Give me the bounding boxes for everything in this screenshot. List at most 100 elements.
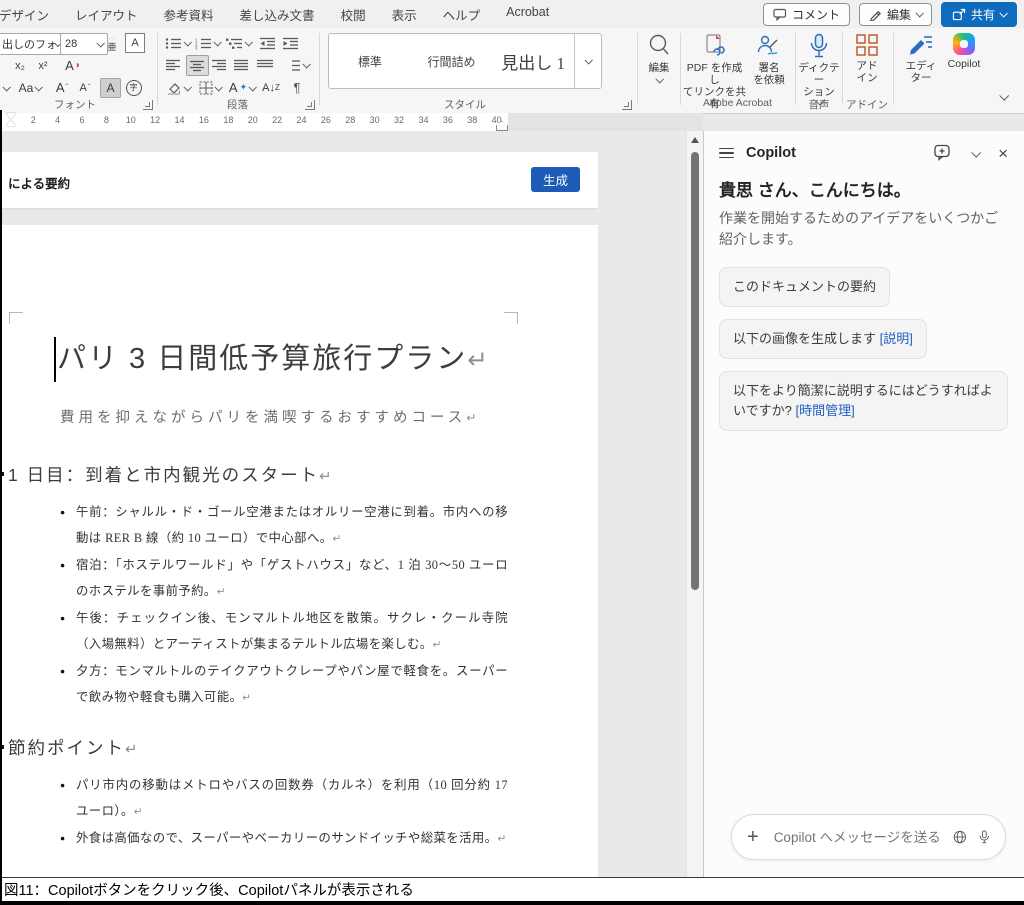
collapsed-dropdown[interactable] [1, 80, 11, 96]
align-left-button[interactable] [164, 56, 183, 74]
scroll-up-arrow[interactable] [691, 137, 699, 143]
document-title[interactable]: パリ 3 日間低予算旅行プラン↵ [57, 335, 488, 377]
phonetic-guide-button[interactable]: ･･ 亜 [103, 33, 121, 53]
request-signature-button[interactable]: 署名 を依頼 [747, 33, 791, 86]
character-border-button[interactable]: A [125, 33, 145, 53]
styles-gallery-more-button[interactable] [574, 34, 601, 88]
section-heading[interactable]: 1 日目：到着と市内観光のスタート↵ [0, 463, 508, 488]
menu-hamburger-icon[interactable] [719, 148, 734, 159]
menu-tab-mailings[interactable]: 差し込み文書 [227, 5, 328, 24]
ribbon: 出しのフォン 28 ･･ 亜 A x₂ x² A◗ Aa Aˆ Aˇ A 字 [0, 28, 1024, 114]
new-chat-icon[interactable] [934, 144, 953, 162]
decrease-indent-button[interactable] [258, 34, 278, 52]
voice-input-mic-icon[interactable] [979, 828, 990, 846]
horizontal-ruler[interactable]: 246810121416182022242628303234363840 [0, 113, 703, 131]
collapse-ribbon-button[interactable] [992, 88, 1014, 104]
align-center-button[interactable] [186, 55, 209, 76]
numbered-list-button[interactable]: 123 [194, 34, 221, 52]
figure-frame-left [0, 110, 2, 905]
grow-font-button[interactable]: Aˆ [52, 78, 72, 97]
menu-tab-references[interactable]: 参考資料 [151, 5, 227, 24]
menu-tab-design[interactable]: デザイン [0, 5, 62, 24]
text-effects-button[interactable]: A◗ [62, 55, 84, 75]
section-heading[interactable]: 節約ポイント↵ [0, 736, 508, 761]
multilevel-list-button[interactable] [224, 34, 252, 52]
document-page[interactable]: パリ 3 日間低予算旅行プラン↵ 費用を抑えながらパリを満喫するおすすめコース↵… [0, 225, 598, 877]
web-globe-icon[interactable] [953, 828, 967, 846]
vertical-scrollbar[interactable] [686, 131, 703, 877]
chevron-down-icon [213, 38, 221, 46]
style-heading1[interactable]: 見出し 1 [492, 34, 574, 88]
shrink-font-button[interactable]: Aˇ [75, 78, 95, 97]
editing-group-button[interactable]: 編集 [640, 33, 678, 83]
document-subtitle[interactable]: 費用を抑えながらパリを満喫するおすすめコース↵ [60, 406, 477, 427]
justify-button[interactable] [232, 56, 251, 74]
add-ins-grid-icon [855, 33, 879, 57]
distribute-button[interactable] [254, 56, 276, 74]
subscript-button[interactable]: x₂ [10, 57, 30, 75]
menu-tab-view[interactable]: 表示 [379, 5, 430, 24]
editing-mode-button[interactable]: 編集 [859, 3, 932, 26]
editor-button[interactable]: エディ ター [900, 33, 942, 84]
menu-tab-review[interactable]: 校閲 [328, 5, 379, 24]
line-spacing-button[interactable] [283, 56, 310, 74]
menu-tab-layout[interactable]: レイアウト [62, 5, 151, 24]
bullet-item[interactable]: 午後：チェックイン後、モンマルトル地区を散策。サクレ・クール寺院（入場無料）とア… [62, 605, 508, 658]
change-case-button[interactable]: Aa [16, 79, 44, 97]
close-panel-icon[interactable]: × [998, 145, 1008, 162]
comments-button[interactable]: コメント [763, 3, 850, 26]
share-button[interactable]: 共有 [941, 2, 1017, 27]
copilot-button[interactable]: Copilot [940, 33, 988, 70]
bullet-item[interactable]: 外食は高価なので、スーパーやベーカリーのサンドイッチや総菜を活用。↵ [62, 825, 508, 852]
increase-indent-icon [283, 37, 299, 50]
borders-button[interactable] [196, 78, 224, 97]
styles-dialog-launcher[interactable] [622, 100, 632, 110]
styles-group-label: スタイル [420, 97, 510, 112]
sort-button[interactable]: A↓Z [260, 78, 282, 97]
enclose-characters-button[interactable]: 字 [124, 78, 143, 97]
font-dialog-launcher[interactable] [143, 100, 153, 110]
suggestion-card[interactable]: このドキュメントの要約 [719, 267, 890, 307]
superscript-button[interactable]: x² [33, 57, 53, 75]
figure-caption: 図11：Copilotボタンをクリック後、Copilotパネルが表示される [0, 877, 1024, 905]
suggestion-link[interactable]: [説明] [880, 331, 913, 346]
styles-gallery: 標準 行間詰め 見出し 1 [328, 33, 602, 89]
menu-tab-acrobat[interactable]: Acrobat [493, 5, 562, 24]
menu-tabs: デザイン レイアウト 参考資料 差し込み文書 校閲 表示 ヘルプ Acrobat [0, 5, 562, 24]
generate-summary-button[interactable]: 生成 [531, 167, 580, 192]
scrollbar-thumb[interactable] [691, 152, 699, 590]
font-name-combo[interactable]: 出しのフォン [0, 33, 65, 55]
attach-plus-icon[interactable]: + [747, 827, 759, 847]
dictation-button[interactable]: ディクテー ション [798, 33, 840, 105]
font-size-combo[interactable]: 28 [60, 33, 108, 55]
chevron-down-icon [655, 75, 663, 83]
increase-indent-button[interactable] [281, 34, 301, 52]
suggestion-card[interactable]: 以下をより簡潔に説明するにはどうすればよいですか? [時間管理] [719, 371, 1008, 431]
bullet-item[interactable]: パリ市内の移動はメトロやバスの回数券（カルネ）を利用（10 回分約 17 ユーロ… [62, 772, 508, 825]
chevron-down-icon [183, 83, 191, 91]
copilot-message-input[interactable] [772, 829, 953, 846]
style-no-spacing[interactable]: 行間詰め [411, 34, 493, 88]
style-normal[interactable]: 標準 [329, 34, 411, 88]
character-shading-button[interactable]: A [100, 78, 121, 98]
paragraph-dialog-launcher[interactable] [305, 100, 315, 110]
chevron-down-icon [999, 90, 1009, 100]
bullet-item[interactable]: 午前：シャルル・ド・ゴール空港またはオルリー空港に到着。市内への移動は RER … [62, 499, 508, 552]
indent-marker-left[interactable] [6, 113, 16, 126]
align-right-button[interactable] [210, 56, 229, 74]
bullet-item[interactable]: 夕方：モンマルトルのテイクアウトクレープやパン屋で軽食を。スーパーで飲み物や軽食… [62, 658, 508, 711]
menu-tab-help[interactable]: ヘルプ [430, 5, 494, 24]
suggestion-card[interactable]: 以下の画像を生成します [説明] [719, 319, 927, 359]
suggestion-cards: このドキュメントの要約 以下の画像を生成します [説明] 以下をより簡潔に説明す… [719, 267, 1008, 431]
formatting-marks-button[interactable]: ¶ [287, 78, 307, 97]
chevron-down-icon [2, 83, 10, 91]
bulleted-list-button[interactable] [164, 34, 191, 52]
suggestion-link[interactable]: [時間管理] [795, 403, 854, 418]
font-group-label: フォント [20, 97, 130, 112]
add-ins-button[interactable]: アド イン [845, 33, 889, 84]
character-scaling-button[interactable]: A✦ [228, 78, 256, 97]
copilot-message-box[interactable]: + [731, 814, 1006, 860]
shading-button[interactable] [164, 78, 192, 97]
bullet-item[interactable]: 宿泊：「ホステルワールド」や「ゲストハウス」など、1 泊 30〜50 ユーロのホ… [62, 552, 508, 605]
collapse-panel-chevron-icon[interactable] [971, 147, 981, 157]
